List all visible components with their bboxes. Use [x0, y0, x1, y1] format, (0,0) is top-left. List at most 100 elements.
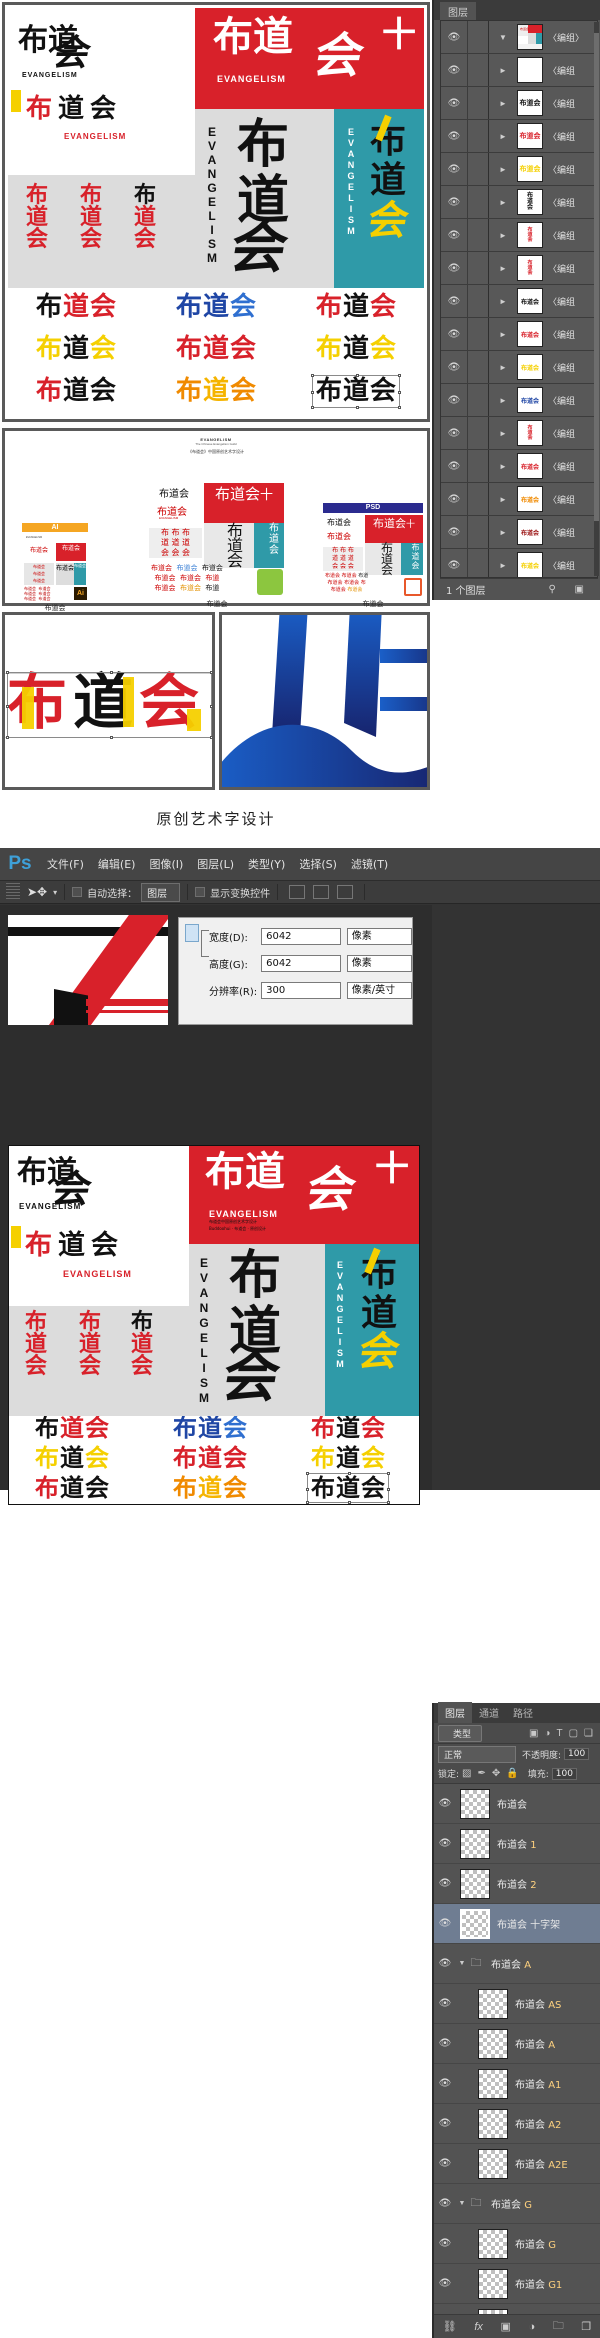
- visibility-eye-icon[interactable]: 👁: [441, 560, 467, 571]
- show-transform-checkbox[interactable]: [195, 887, 206, 897]
- visibility-eye-icon[interactable]: 👁: [434, 1878, 456, 1889]
- chevron-down-icon[interactable]: ▼: [489, 33, 517, 42]
- layer-thumbnail[interactable]: [460, 1788, 490, 1819]
- chevron-right-icon[interactable]: ►: [489, 66, 517, 75]
- layers-panel-tabs[interactable]: 图层 通道 路径: [434, 1702, 600, 1723]
- layer-thumbnail[interactable]: [460, 1908, 490, 1939]
- tab-layers-top[interactable]: 图层: [440, 2, 476, 21]
- tool-preset-chevron-icon[interactable]: ▾: [53, 888, 57, 897]
- layer-thumbnail[interactable]: 布道会: [517, 156, 543, 182]
- layer-filter-type-select[interactable]: 类型: [438, 1724, 483, 1742]
- link-layers-icon[interactable]: ⛓: [443, 2320, 457, 2333]
- layer-thumbnail[interactable]: 布道会: [517, 189, 543, 215]
- layer-row[interactable]: 👁 布道会 2: [434, 1864, 600, 1904]
- visibility-eye-icon[interactable]: 👁: [434, 1838, 456, 1849]
- lock-all-icon[interactable]: 🔒: [506, 1768, 518, 1779]
- layer-row[interactable]: 👁 布道会 A2E: [434, 2144, 600, 2184]
- layer-thumbnail[interactable]: 布道会: [517, 90, 543, 116]
- visibility-eye-icon[interactable]: 👁: [434, 2278, 456, 2289]
- top-layers-footer-icons[interactable]: ⚲ ▣: [548, 584, 592, 595]
- image-filter-icon[interactable]: ▣: [529, 1728, 538, 1739]
- fill-value[interactable]: 100: [551, 1767, 577, 1780]
- top-layer-row[interactable]: 👁 ►布道会〈编组: [441, 417, 597, 450]
- visibility-eye-icon[interactable]: 👁: [441, 329, 467, 340]
- layer-thumbnail[interactable]: 布道会: [517, 519, 543, 545]
- top-layer-row[interactable]: 👁 ► 〈编组: [441, 54, 597, 87]
- visibility-eye-icon[interactable]: 👁: [441, 494, 467, 505]
- new-layer-icon[interactable]: ❐: [581, 2320, 591, 2333]
- chevron-right-icon[interactable]: ►: [489, 363, 517, 372]
- visibility-eye-icon[interactable]: 👁: [434, 1798, 456, 1809]
- layer-row[interactable]: 👁 布道会 AS: [434, 1984, 600, 2024]
- layer-row[interactable]: 👁 布道会 A1: [434, 2064, 600, 2104]
- layer-row[interactable]: 👁布道会 G1S: [434, 2304, 600, 2314]
- canvas-area[interactable]: 宽度(D): 6042 像素 高度(G): 6042 像素 分辨率(R): 30…: [0, 905, 432, 1505]
- panel-tab-2[interactable]: 路径: [506, 1702, 540, 1723]
- chevron-right-icon[interactable]: ►: [489, 132, 517, 141]
- layer-thumbnail[interactable]: 布道会: [517, 420, 543, 446]
- move-tool-icon[interactable]: ➤✥: [27, 885, 47, 899]
- chevron-right-icon[interactable]: ►: [489, 462, 517, 471]
- chevron-right-icon[interactable]: ►: [489, 429, 517, 438]
- visibility-eye-icon[interactable]: 👁: [434, 2078, 456, 2089]
- layer-thumbnail[interactable]: [478, 2148, 508, 2179]
- chevron-right-icon[interactable]: ►: [489, 297, 517, 306]
- layer-row[interactable]: 👁 布道会: [434, 1784, 600, 1824]
- menu-item-5[interactable]: 选择(S): [292, 856, 344, 872]
- layer-thumbnail[interactable]: [517, 57, 543, 83]
- visibility-eye-icon[interactable]: 👁: [441, 362, 467, 373]
- width-unit-select[interactable]: 像素: [346, 928, 412, 945]
- top-layer-row[interactable]: 👁 ►布道会〈编组: [441, 186, 597, 219]
- visibility-eye-icon[interactable]: 👁: [434, 2158, 456, 2169]
- auto-select-checkbox[interactable]: [72, 887, 83, 897]
- visibility-eye-icon[interactable]: 👁: [441, 131, 467, 142]
- visibility-eye-icon[interactable]: 👁: [434, 1998, 456, 2009]
- menu-item-1[interactable]: 编辑(E): [91, 856, 143, 872]
- chevron-right-icon[interactable]: ►: [489, 264, 517, 273]
- top-layers-scrollbar[interactable]: [594, 22, 599, 576]
- top-layer-row[interactable]: 👁 ►布道会〈编组: [441, 153, 597, 186]
- layer-thumbnail[interactable]: 布道会: [517, 288, 543, 314]
- visibility-eye-icon[interactable]: 👁: [434, 2118, 456, 2129]
- top-layer-row[interactable]: 👁 ►布道会〈编组: [441, 285, 597, 318]
- chevron-right-icon[interactable]: ►: [489, 99, 517, 108]
- visibility-eye-icon[interactable]: 👁: [441, 461, 467, 472]
- chevron-right-icon[interactable]: ►: [489, 561, 517, 570]
- panel-tab-0[interactable]: 图层: [438, 1702, 472, 1723]
- top-layer-row[interactable]: 👁 ►布道会〈编组: [441, 219, 597, 252]
- image-size-dialog[interactable]: 宽度(D): 6042 像素 高度(G): 6042 像素 分辨率(R): 30…: [178, 917, 413, 1025]
- lock-image-icon[interactable]: ✒: [478, 1768, 486, 1779]
- visibility-eye-icon[interactable]: 👁: [441, 197, 467, 208]
- blend-mode-select[interactable]: 正常: [438, 1745, 516, 1763]
- chevron-down-icon[interactable]: ▼: [456, 2200, 468, 2207]
- visibility-eye-icon[interactable]: 👁: [441, 263, 467, 274]
- auto-select-dropdown[interactable]: 图层: [141, 882, 181, 902]
- top-layer-row[interactable]: 👁 ►布道会〈编组: [441, 318, 597, 351]
- layer-row[interactable]: 👁 布道会 G: [434, 2224, 600, 2264]
- opacity-value[interactable]: 100: [564, 1748, 590, 1760]
- visibility-eye-icon[interactable]: 👁: [441, 428, 467, 439]
- options-bar-grip[interactable]: [6, 883, 20, 901]
- layer-thumbnail[interactable]: [460, 1828, 490, 1859]
- height-input[interactable]: 6042: [261, 955, 341, 972]
- layer-thumbnail[interactable]: [478, 2228, 508, 2259]
- top-layer-row[interactable]: 👁 ►布道会〈编组: [441, 252, 597, 285]
- chevron-right-icon[interactable]: ►: [489, 330, 517, 339]
- menu-item-3[interactable]: 图层(L): [190, 856, 241, 872]
- selection-box[interactable]: [311, 374, 402, 409]
- transform-handles[interactable]: [6, 671, 213, 739]
- top-layer-row[interactable]: 👁 ►布道会〈编组: [441, 549, 597, 577]
- chevron-right-icon[interactable]: ►: [489, 231, 517, 240]
- visibility-eye-icon[interactable]: 👁: [434, 1958, 456, 1969]
- top-layers-list[interactable]: 👁 ▼ 布道会 〈编组〉 👁 ► 〈编组 👁 ► 布道会 〈编组 👁 ► 布道会 〈编组 👁 ► 布道会 〈编组 👁 ►…: [440, 20, 598, 578]
- layer-thumbnail[interactable]: 布道会: [517, 453, 543, 479]
- layer-thumbnail[interactable]: 布道会: [517, 486, 543, 512]
- top-layer-row[interactable]: 👁 ►布道会〈编组: [441, 120, 597, 153]
- layer-thumbnail[interactable]: [460, 1868, 490, 1899]
- layer-thumbnail[interactable]: 布道会: [517, 255, 543, 281]
- align-center-icon[interactable]: [313, 885, 330, 899]
- new-group-icon[interactable]: 🗀: [553, 2317, 564, 2336]
- layers-list[interactable]: 👁 布道会 👁 布道会 1 👁 布道会 2 👁 布道会 十字架 👁 ▼ 🗀 布道会 A 👁 布道会 AS 👁…: [434, 1784, 600, 2314]
- visibility-eye-icon[interactable]: 👁: [441, 98, 467, 109]
- layer-thumbnail[interactable]: 布道会: [517, 387, 543, 413]
